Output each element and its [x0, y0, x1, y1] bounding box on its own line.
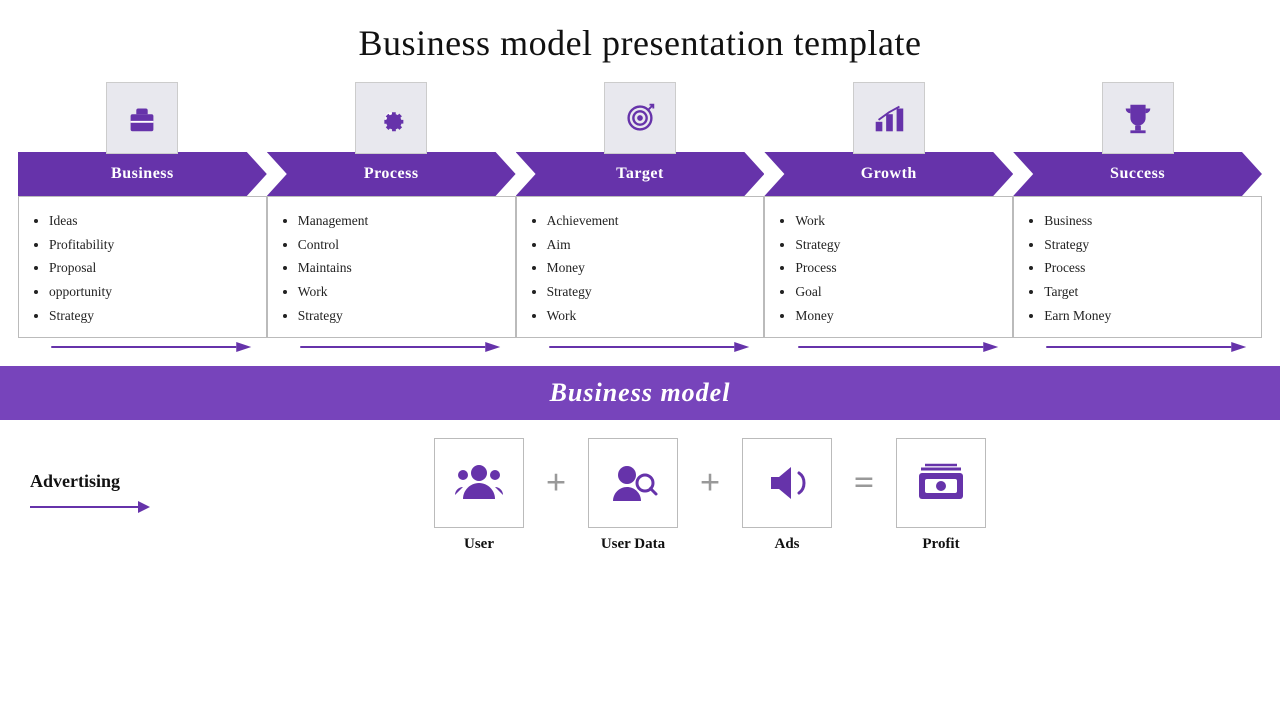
arrow-flow: Business IdeasProfitabilityProposalopport… [0, 82, 1280, 354]
arrow-banner-target: Target [516, 152, 765, 196]
operator: + [534, 461, 578, 531]
users-icon [434, 438, 524, 528]
arrow-banner-success: Success [1013, 152, 1262, 196]
briefcase-icon [106, 82, 178, 154]
arrow-tail-target [516, 340, 765, 354]
content-box-business: IdeasProfitabilityProposalopportunityStr… [18, 196, 267, 338]
arrow-item-success: Success BusinessStrategyProcessTargetEarn… [1013, 82, 1262, 354]
bottom-label-user-data: User Data [601, 536, 665, 553]
arrow-item-process: Process ManagementControlMaintainsWorkStr… [267, 82, 516, 354]
bottom-label-user: User [464, 536, 494, 553]
list-item: Business [1044, 209, 1251, 233]
arrow-item-target: Target AchievementAimMoneyStrategyWork [516, 82, 765, 354]
content-box-target: AchievementAimMoneyStrategyWork [516, 196, 765, 338]
advertising-text: Advertising [30, 471, 120, 492]
content-box-success: BusinessStrategyProcessTargetEarn Money [1013, 196, 1262, 338]
bottom-label-profit: Profit [922, 536, 959, 553]
list-item: Strategy [49, 304, 256, 328]
search-users-icon [588, 438, 678, 528]
arrow-label-growth: Growth [861, 165, 917, 183]
trophy-icon [1102, 82, 1174, 154]
list-item: Strategy [795, 233, 1002, 257]
arrow-label-target: Target [616, 165, 664, 183]
list-item: Work [547, 304, 754, 328]
gear-icon [355, 82, 427, 154]
list-item: opportunity [49, 280, 256, 304]
arrow-banner-growth: Growth [764, 152, 1013, 196]
bottom-section: Advertising User + User Data + Ads = [0, 420, 1280, 553]
list-item: Work [795, 209, 1002, 233]
list-item: Profitability [49, 233, 256, 257]
list-item: Process [1044, 256, 1251, 280]
content-box-growth: WorkStrategyProcessGoalMoney [764, 196, 1013, 338]
bottom-label-ads: Ads [774, 536, 799, 553]
middle-banner: Business model [0, 366, 1280, 420]
arrow-item-growth: Growth WorkStrategyProcessGoalMoney [764, 82, 1013, 354]
money-icon [896, 438, 986, 528]
list-item: Aim [547, 233, 754, 257]
list-item: Money [547, 256, 754, 280]
bottom-item-user: User [434, 438, 524, 553]
arrow-label-process: Process [364, 165, 419, 183]
arrow-item-business: Business IdeasProfitabilityProposalopport… [18, 82, 267, 354]
arrow-tail-growth [764, 340, 1013, 354]
bottom-item-profit: Profit [896, 438, 986, 553]
arrow-banner-process: Process [267, 152, 516, 196]
list-item: Strategy [1044, 233, 1251, 257]
operator: = [842, 461, 886, 531]
content-box-process: ManagementControlMaintainsWorkStrategy [267, 196, 516, 338]
list-item: Money [795, 304, 1002, 328]
page-title: Business model presentation template [0, 0, 1280, 82]
operator: + [688, 461, 732, 531]
list-item: Strategy [298, 304, 505, 328]
list-item: Work [298, 280, 505, 304]
advertising-arrow [30, 498, 150, 521]
advertising-label: Advertising [30, 471, 150, 521]
bottom-item-user-data: User Data [588, 438, 678, 553]
list-item: Management [298, 209, 505, 233]
list-item: Goal [795, 280, 1002, 304]
arrow-tail-business [18, 340, 267, 354]
list-item: Achievement [547, 209, 754, 233]
list-item: Strategy [547, 280, 754, 304]
list-item: Target [1044, 280, 1251, 304]
megaphone-icon [742, 438, 832, 528]
arrow-label-business: Business [111, 165, 174, 183]
target-icon [604, 82, 676, 154]
arrow-tail-success [1013, 340, 1262, 354]
list-item: Proposal [49, 256, 256, 280]
arrow-label-success: Success [1110, 165, 1165, 183]
arrow-tail-process [267, 340, 516, 354]
chart-icon [853, 82, 925, 154]
list-item: Process [795, 256, 1002, 280]
middle-banner-text: Business model [550, 378, 731, 408]
list-item: Earn Money [1044, 304, 1251, 328]
bottom-item-ads: Ads [742, 438, 832, 553]
list-item: Control [298, 233, 505, 257]
bottom-items: User + User Data + Ads = Profit [170, 438, 1250, 553]
list-item: Ideas [49, 209, 256, 233]
arrow-banner-business: Business [18, 152, 267, 196]
list-item: Maintains [298, 256, 505, 280]
